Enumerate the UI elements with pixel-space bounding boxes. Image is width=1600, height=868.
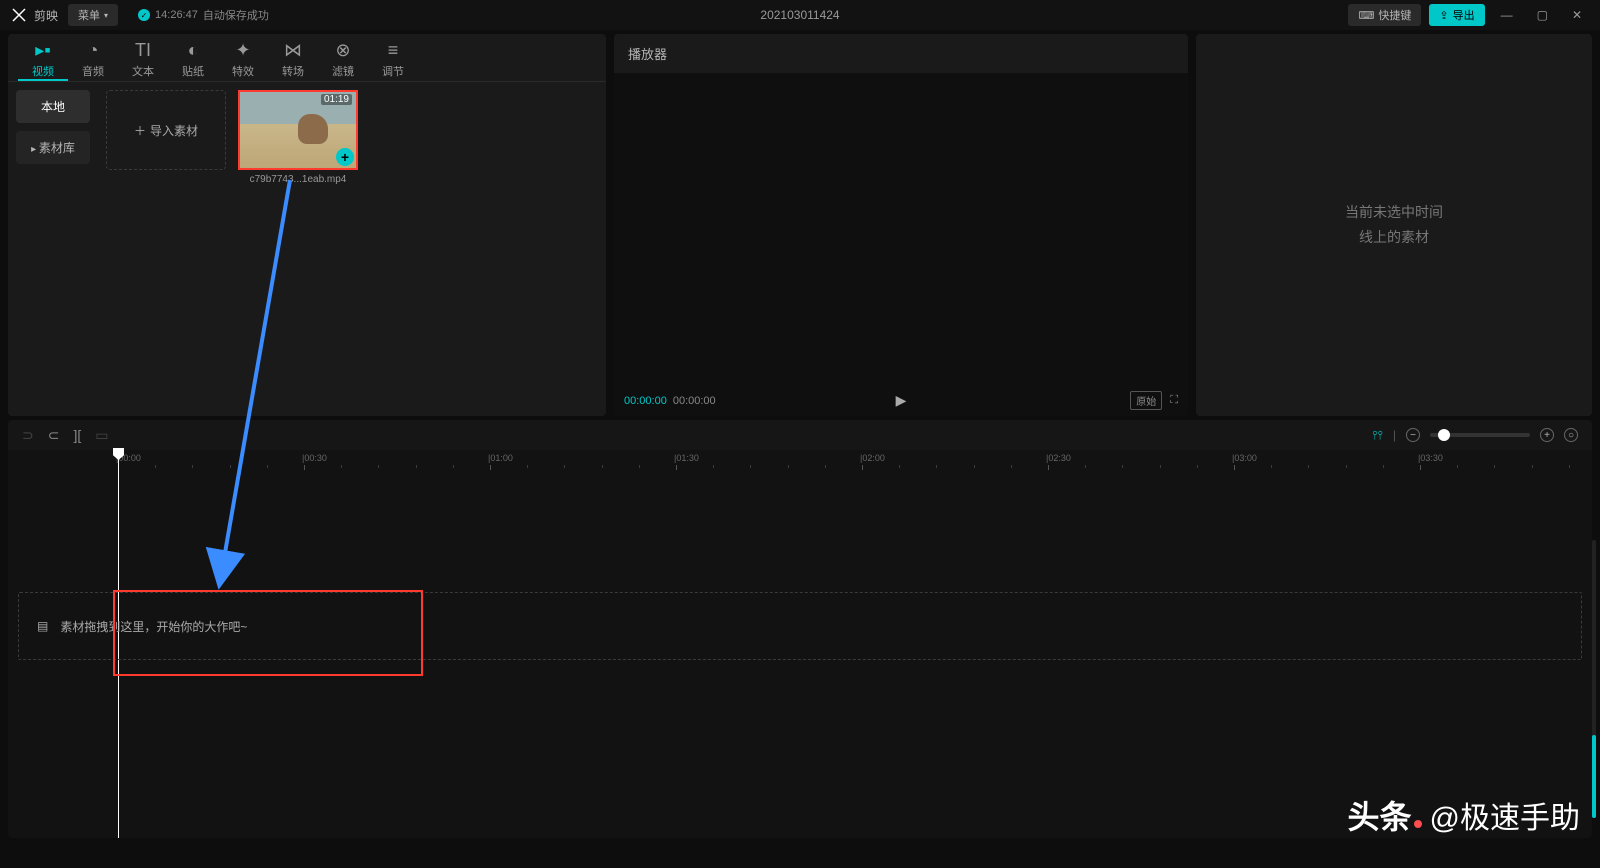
player-time-total: 00:00:00 xyxy=(673,395,716,407)
transition-icon: ⋈ xyxy=(284,40,302,60)
ruler-tick: |02:30 xyxy=(1048,453,1073,463)
clip-thumbnail[interactable]: 01:19 + xyxy=(238,90,358,170)
media-side-nav: 本地 素材库 xyxy=(8,82,98,416)
film-icon: ▤ xyxy=(37,619,48,633)
tab-filter[interactable]: ⊗滤镜 xyxy=(318,40,368,81)
tab-sticker[interactable]: ◐贴纸 xyxy=(168,40,218,81)
ruler-tick: |02:00 xyxy=(862,453,887,463)
player-title: 播放器 xyxy=(614,34,1188,73)
minimize-button[interactable]: — xyxy=(1493,4,1521,26)
inspector-panel: 当前未选中时间 线上的素材 xyxy=(1196,34,1592,416)
tab-adjust[interactable]: ≡调节 xyxy=(368,40,418,81)
hotkey-button[interactable]: ⌨ 快捷键 xyxy=(1348,4,1421,26)
export-icon: ⇪ xyxy=(1439,9,1448,22)
audio-icon: ◔ xyxy=(88,40,99,60)
undo-button[interactable]: ⊃ xyxy=(22,427,34,444)
plus-icon: ＋ xyxy=(134,122,146,139)
watermark: 头条 @极速手助 xyxy=(1348,792,1580,838)
player-time-current: 00:00:00 xyxy=(624,395,667,407)
volume-meter xyxy=(1592,540,1596,818)
delete-button[interactable]: ▭ xyxy=(95,427,108,444)
aspect-ratio-button[interactable]: 原始 xyxy=(1130,391,1162,410)
timeline-toolbar: ⊃ ⊂ ]​[ ▭ ⫯⫯ | − + ○ xyxy=(8,420,1592,450)
redo-button[interactable]: ⊂ xyxy=(48,427,60,444)
title-bar: 剪映 菜单 ▾ ✓ 14:26:47 自动保存成功 202103011424 ⌨… xyxy=(0,0,1600,30)
import-media-button[interactable]: ＋ 导入素材 xyxy=(106,90,226,170)
media-clip[interactable]: 01:19 + c79b7743...1eab.mp4 xyxy=(238,90,358,185)
toutiao-logo: 头条 xyxy=(1348,792,1422,838)
tab-effect[interactable]: ✦特效 xyxy=(218,40,268,81)
menu-button[interactable]: 菜单 ▾ xyxy=(68,4,118,26)
clip-duration: 01:19 xyxy=(321,94,352,105)
chevron-down-icon: ▾ xyxy=(104,11,108,20)
ruler-tick: |00:30 xyxy=(304,453,329,463)
close-button[interactable]: ✕ xyxy=(1564,4,1590,26)
zoom-in-button[interactable]: + xyxy=(1540,428,1554,442)
main-area: ▸▪视频 ◔音频 TI文本 ◐贴纸 ✦特效 ⋈转场 ⊗滤镜 ≡调节 本地 素材库… xyxy=(0,30,1600,420)
zoom-fit-button[interactable]: ○ xyxy=(1564,428,1578,442)
filter-icon: ⊗ xyxy=(335,40,350,60)
check-icon: ✓ xyxy=(138,9,150,21)
inspector-empty-state: 当前未选中时间 线上的素材 xyxy=(1345,200,1443,250)
tab-video[interactable]: ▸▪视频 xyxy=(18,40,68,81)
text-icon: TI xyxy=(135,40,151,60)
export-button[interactable]: ⇪ 导出 xyxy=(1429,4,1484,26)
app-logo: 剪映 xyxy=(10,6,58,24)
play-button[interactable]: ▶ xyxy=(896,392,907,409)
tab-transition[interactable]: ⋈转场 xyxy=(268,40,318,81)
zoom-out-button[interactable]: − xyxy=(1406,428,1420,442)
asset-tabs: ▸▪视频 ◔音频 TI文本 ◐贴纸 ✦特效 ⋈转场 ⊗滤镜 ≡调节 xyxy=(8,34,606,82)
jianying-logo-icon xyxy=(10,6,28,24)
ruler-tick: |01:30 xyxy=(676,453,701,463)
player-controls: 00:00:00 00:00:00 ▶ 原始 ⛶ xyxy=(614,391,1188,410)
autosave-status: ✓ 14:26:47 自动保存成功 xyxy=(138,7,269,23)
timeline-ruler[interactable]: |00:00|00:30|01:00|01:30|02:00|02:30|03:… xyxy=(8,450,1592,472)
app-name: 剪映 xyxy=(34,7,58,24)
clip-filename: c79b7743...1eab.mp4 xyxy=(250,174,347,185)
media-grid: ＋ 导入素材 01:19 + c79b7743...1eab.mp4 xyxy=(98,82,606,416)
tab-text[interactable]: TI文本 xyxy=(118,40,168,81)
player-panel: 播放器 00:00:00 00:00:00 ▶ 原始 ⛶ xyxy=(614,34,1188,416)
project-title: 202103011424 xyxy=(760,8,839,22)
zoom-slider[interactable] xyxy=(1430,433,1530,437)
watermark-author: @极速手助 xyxy=(1430,793,1580,837)
split-button[interactable]: ]​[ xyxy=(73,427,81,443)
ruler-tick: |03:00 xyxy=(1234,453,1259,463)
tab-audio[interactable]: ◔音频 xyxy=(68,40,118,81)
sidenav-local[interactable]: 本地 xyxy=(16,90,90,123)
sidenav-library[interactable]: 素材库 xyxy=(16,131,90,164)
ruler-tick: |03:30 xyxy=(1420,453,1445,463)
video-icon: ▸▪ xyxy=(35,40,50,60)
timeline[interactable]: |00:00|00:30|01:00|01:30|02:00|02:30|03:… xyxy=(8,450,1592,838)
video-track-empty[interactable]: ▤ 素材拖拽到这里，开始你的大作吧~ xyxy=(18,592,1582,660)
effect-icon: ✦ xyxy=(235,40,250,60)
fullscreen-button[interactable]: ⛶ xyxy=(1170,394,1178,407)
drop-hint: 素材拖拽到这里，开始你的大作吧~ xyxy=(60,618,247,635)
maximize-button[interactable]: ▢ xyxy=(1529,4,1556,26)
player-viewport[interactable]: 00:00:00 00:00:00 ▶ 原始 ⛶ xyxy=(614,73,1188,416)
adjust-icon: ≡ xyxy=(388,40,399,60)
keyboard-icon: ⌨ xyxy=(1358,9,1374,22)
add-to-timeline-button[interactable]: + xyxy=(336,148,354,166)
sticker-icon: ◐ xyxy=(188,40,199,60)
media-panel: ▸▪视频 ◔音频 TI文本 ◐贴纸 ✦特效 ⋈转场 ⊗滤镜 ≡调节 本地 素材库… xyxy=(8,34,606,416)
ruler-tick: |01:00 xyxy=(490,453,515,463)
magnet-button[interactable]: ⫯⫯ xyxy=(1372,428,1382,443)
